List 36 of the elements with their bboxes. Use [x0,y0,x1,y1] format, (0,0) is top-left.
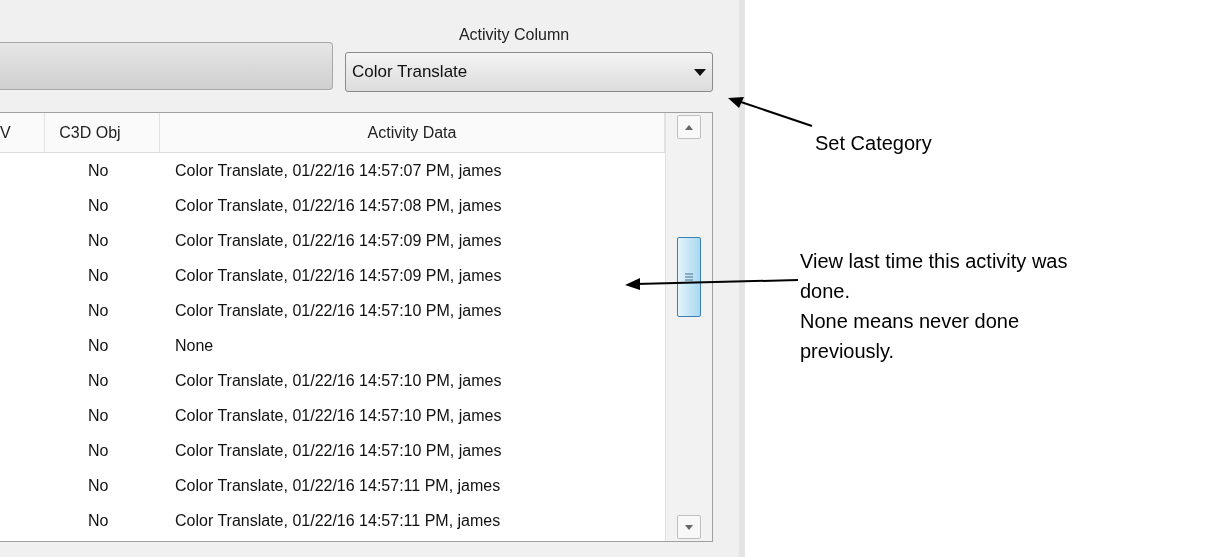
table-cell: Color Translate, 01/22/16 14:57:10 PM, james [175,406,502,424]
table-cell: No [88,441,109,459]
table-cell: Color Translate, 01/22/16 14:57:09 PM, james [175,231,502,249]
annotation-text: View last time this activity was [800,249,1068,274]
annotation-text: Set Category [815,131,932,156]
table-cell: Color Translate, 01/22/16 14:57:11 PM, james [175,511,501,529]
table-cell: None [175,336,214,354]
annotation-text: previously. [800,339,895,364]
table-cell: No [88,371,109,389]
annotation-text: done. [800,279,851,304]
table-cell: No [88,476,109,494]
annotation-text: None means never done [800,309,1020,334]
caret-icon [694,68,706,76]
table-cell: Color Translate, 01/22/16 14:57:10 PM, james [175,441,502,459]
table-cell: No [88,196,109,214]
scrollbar[interactable] [665,113,712,541]
table-cell: Color Translate, 01/22/16 14:57:10 PM, james [175,371,502,389]
column-header[interactable]: C3D Obj [45,113,160,152]
scroll-down-icon[interactable] [677,515,701,539]
table-cell: No [88,511,109,529]
column-header[interactable]: V [0,113,45,152]
table-cell: No [88,301,109,319]
scroll-thumb[interactable] [677,237,701,317]
field-label: Activity Column [458,25,570,45]
table-cell: Color Translate, 01/22/16 14:57:11 PM, james [175,476,501,494]
table-cell: No [88,161,109,179]
scroll-up-icon[interactable] [677,115,701,139]
table-cell: No [88,336,109,354]
table-cell: Color Translate, 01/22/16 14:57:10 PM, james [175,301,502,319]
table-cell: No [88,406,109,424]
table-cell: No [88,266,109,284]
table-cell: Color Translate, 01/22/16 14:57:07 PM, james [175,161,502,179]
table-cell: Color Translate, 01/22/16 14:57:09 PM, james [175,266,502,284]
category-dropdown[interactable]: Color Translate [345,52,713,92]
table-cell: Color Translate, 01/22/16 14:57:08 PM, james [175,196,502,214]
table-cell: No [88,231,109,249]
